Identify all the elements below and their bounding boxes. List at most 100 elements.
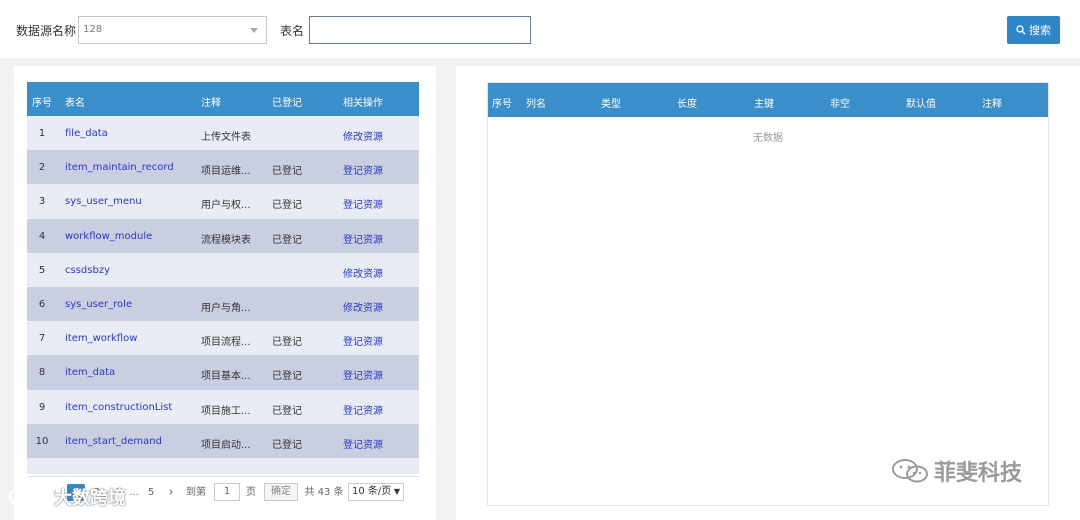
table-row[interactable]: 3 sys_user_menu 用户与权... 已登记 登记资源 [27, 184, 419, 219]
total-count: 共 43 条 [304, 487, 344, 498]
row-index: 1 [38, 128, 46, 139]
next-page-icon[interactable]: › [165, 484, 177, 501]
search-bar: 数据源名称 128 表名 搜索 [0, 0, 1080, 58]
row-action-link[interactable]: 登记资源 [343, 333, 383, 348]
chevron-down-icon [250, 28, 258, 33]
header-not-null: 非空 [830, 99, 850, 110]
datasource-label: 数据源名称 [16, 24, 77, 38]
header-type: 类型 [601, 99, 621, 110]
row-comment: 项目基本... [201, 371, 251, 383]
row-registered: 已登记 [272, 405, 302, 417]
table-row[interactable]: 8 item_data 项目基本... 已登记 登记资源 [27, 355, 419, 390]
header-primary-key: 主键 [754, 99, 774, 110]
table-list-header: 序号 表名 注释 已登记 相关操作 [27, 82, 419, 116]
page-size-value: 10 条/页 [352, 486, 392, 497]
watermark-logo-icon [9, 488, 44, 506]
row-action-link[interactable]: 登记资源 [343, 402, 383, 417]
row-action-link[interactable]: 修改资源 [343, 128, 383, 143]
table-row[interactable]: 6 sys_user_role 用户与角... 修改资源 [27, 286, 419, 322]
row-registered: 已登记 [272, 439, 302, 451]
table-name-link[interactable]: workflow_module [65, 231, 152, 242]
table-name-input[interactable] [309, 16, 531, 44]
table-name-link[interactable]: sys_user_menu [65, 196, 142, 207]
datasource-value: 128 [83, 24, 103, 35]
header-index: 序号 [492, 99, 512, 110]
column-table-header: 序号 列名 类型 长度 主键 非空 默认值 注释 [488, 83, 1048, 117]
row-registered: 已登记 [272, 166, 302, 178]
table-name-link[interactable]: item_data [65, 367, 115, 378]
chevron-down-icon: ▼ [391, 487, 400, 496]
watermark-left: 大数跨境 [8, 484, 126, 510]
header-default-value: 默认值 [906, 99, 936, 110]
table-row[interactable]: 7 item_workflow 项目流程... 已登记 登记资源 [27, 321, 419, 356]
header-table-name: 表名 [65, 98, 85, 109]
watermark-right-text: 菲斐科技 [934, 461, 1023, 486]
row-registered: 已登记 [272, 337, 302, 349]
page-size-select[interactable]: 10 条/页 ▼ [348, 483, 404, 501]
table-row[interactable]: 5 cssdsbzy 修改资源 [27, 252, 419, 287]
row-registered: 已登记 [272, 371, 302, 383]
search-button[interactable]: 搜索 [1007, 16, 1060, 44]
table-list-padding [27, 457, 419, 474]
goto-confirm-button[interactable]: 确定 [264, 483, 298, 501]
datasource-select[interactable]: 128 [78, 16, 267, 44]
table-row[interactable]: 10 item_start_demand 项目启动... 已登记 登记资源 [27, 423, 419, 458]
row-action-link[interactable]: 登记资源 [343, 436, 383, 451]
wechat-icon [892, 459, 928, 483]
table-row[interactable]: 4 workflow_module 流程模块表 已登记 登记资源 [27, 218, 419, 253]
table-name-link[interactable]: item_maintain_record [65, 162, 174, 173]
table-list: 序号 表名 注释 已登记 相关操作 1 file_data 上传文件表 修改资源 2 it… [27, 82, 419, 474]
page-button-5[interactable]: 5 [143, 484, 159, 501]
header-length: 长度 [677, 99, 697, 110]
table-row[interactable]: 1 file_data 上传文件表 修改资源 [27, 116, 419, 151]
row-comment: 项目启动... [201, 439, 251, 451]
divider [0, 66, 14, 520]
row-index: 9 [38, 401, 46, 413]
search-icon [1016, 25, 1026, 35]
page-ellipsis[interactable]: ... [127, 484, 141, 501]
table-name-link[interactable]: sys_user_role [65, 299, 132, 310]
table-name-link[interactable]: item_constructionList [65, 402, 172, 413]
row-action-link[interactable]: 登记资源 [343, 162, 383, 177]
row-index: 7 [38, 333, 46, 345]
row-comment: 用户与角... [201, 302, 251, 314]
row-index: 3 [38, 196, 46, 208]
row-action-link[interactable]: 修改资源 [343, 265, 383, 280]
row-action-link[interactable]: 登记资源 [343, 367, 383, 382]
table-row[interactable]: 9 item_constructionList 项目施工... 已登记 登记资源 [27, 389, 419, 424]
column-detail-panel: 序号 列名 类型 长度 主键 非空 默认值 注释 无数据 [456, 66, 1080, 520]
row-comment: 流程模块表 [201, 234, 251, 246]
goto-label: 到第 [186, 487, 206, 498]
goto-page-input[interactable]: 1 [214, 483, 240, 501]
column-table: 序号 列名 类型 长度 主键 非空 默认值 注释 无数据 [487, 82, 1049, 506]
divider [0, 58, 1080, 66]
divider [436, 66, 456, 520]
header-actions: 相关操作 [343, 98, 383, 109]
table-name-link[interactable]: item_workflow [65, 333, 137, 344]
row-registered: 已登记 [272, 200, 302, 212]
row-index: 5 [38, 264, 46, 276]
row-index: 8 [38, 367, 46, 379]
row-comment: 项目施工... [201, 405, 251, 417]
table-name-link[interactable]: file_data [65, 128, 108, 139]
table-name-link[interactable]: cssdsbzy [65, 265, 110, 276]
row-action-link[interactable]: 登记资源 [343, 231, 383, 246]
row-action-link[interactable]: 登记资源 [343, 196, 383, 211]
header-comment: 注释 [201, 98, 221, 109]
row-comment: 上传文件表 [201, 132, 251, 143]
row-comment: 用户与权... [201, 200, 251, 212]
page-unit-label: 页 [246, 487, 256, 498]
row-index: 4 [38, 230, 46, 242]
watermark-right: 菲斐科技 [890, 455, 1022, 487]
header-column-name: 列名 [526, 99, 546, 110]
header-index: 序号 [32, 98, 52, 109]
row-index: 6 [38, 298, 46, 310]
watermark-left-text: 大数跨境 [54, 488, 126, 509]
row-index: 2 [38, 162, 46, 174]
header-comment: 注释 [982, 99, 1002, 110]
row-registered: 已登记 [272, 234, 302, 246]
table-row[interactable]: 2 item_maintain_record 项目运维... 已登记 登记资源 [27, 150, 419, 185]
row-action-link[interactable]: 修改资源 [343, 299, 383, 314]
table-name-link[interactable]: item_start_demand [65, 436, 162, 447]
header-registered: 已登记 [272, 98, 302, 109]
